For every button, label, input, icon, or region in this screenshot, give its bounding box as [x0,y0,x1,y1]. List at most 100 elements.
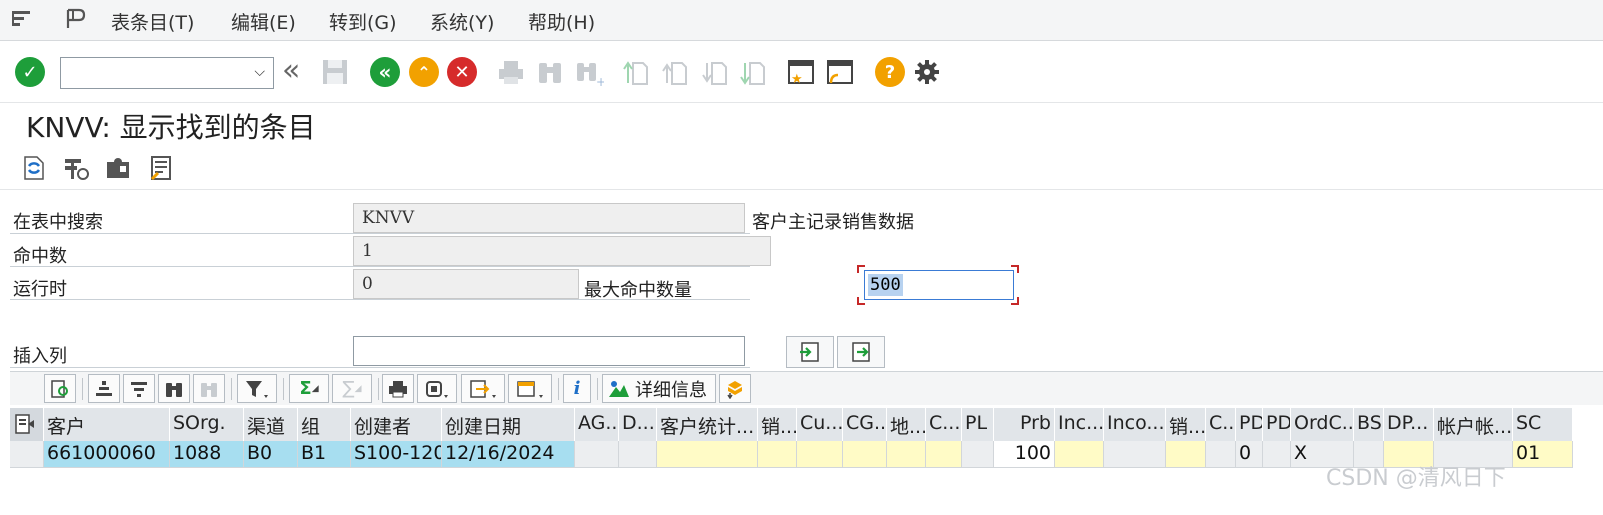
check-table-icon[interactable] [62,154,90,182]
column-header[interactable]: DP... [1384,408,1434,441]
column-header[interactable]: OrdC... [1291,408,1354,441]
create-session-icon[interactable]: ★ [786,57,816,87]
table-cell[interactable] [962,441,994,468]
table-cell[interactable] [1263,441,1291,468]
application-toolbar [0,148,1603,190]
column-header[interactable]: 客户 [44,408,170,441]
column-header[interactable]: PD [1263,408,1291,441]
column-header[interactable]: 销... [758,408,797,441]
focus-corner [1011,265,1019,273]
column-header[interactable]: C... [926,408,962,441]
table-cell[interactable]: 1088 [170,441,244,468]
exit-icon[interactable]: ⌃ [409,57,439,87]
table-cell[interactable] [758,441,797,468]
sum-icon[interactable]: Σ ◢ [289,374,329,403]
column-header[interactable]: 渠道 [244,408,298,441]
table-cell[interactable]: B1 [298,441,351,468]
column-header[interactable]: SC [1513,408,1573,441]
menu-icon[interactable] [10,8,34,34]
sort-ascending-icon[interactable] [88,374,120,403]
column-header[interactable]: Prb [994,408,1055,441]
menu-system[interactable]: 系统(Y) [430,8,494,35]
table-cell[interactable] [1104,441,1166,468]
table-cell[interactable]: 0 [1236,441,1263,468]
table-cell[interactable]: S100-120 [351,441,442,468]
insert-column-button[interactable] [786,336,834,368]
remove-column-button[interactable] [837,336,885,368]
filter-icon[interactable] [237,374,277,403]
info-icon[interactable]: i [563,374,591,403]
back-icon[interactable]: « [370,57,400,87]
table-cell[interactable] [1166,441,1206,468]
insert-column-label: 插入列 [13,346,67,367]
generate-shortcut-icon[interactable] [825,57,855,87]
column-header[interactable]: SOrg. [170,408,244,441]
enter-check-icon[interactable]: ✓ [15,57,45,87]
column-header[interactable]: Inco... [1104,408,1166,441]
table-cell[interactable] [926,441,962,468]
table-cell[interactable] [843,441,887,468]
cancel-icon[interactable]: ✕ [447,57,477,87]
views-icon[interactable] [417,374,457,403]
details-view-icon[interactable] [44,374,76,403]
column-header[interactable]: 创建日期 [442,408,575,441]
column-header[interactable]: BS [1354,408,1384,441]
insert-column-input[interactable] [353,336,745,366]
details-button[interactable]: 详细信息 [602,374,716,403]
layout-menu-icon[interactable] [64,8,88,34]
column-header[interactable]: AG... [575,408,619,441]
toolbar-separator [283,378,284,400]
find-next-icon: + [574,57,606,89]
column-header[interactable]: PL [962,408,994,441]
sap-icon[interactable] [719,374,751,403]
puzzle-icon[interactable] [104,154,132,182]
document-list-icon[interactable] [148,154,176,182]
hits-label: 命中数 [13,246,67,267]
table-cell[interactable]: 01 [1513,441,1573,468]
table-cell[interactable]: 100 [994,441,1055,468]
column-header[interactable]: 地... [887,408,926,441]
gear-icon[interactable] [912,57,942,87]
table-cell[interactable] [575,441,619,468]
column-header[interactable]: PD [1236,408,1263,441]
help-icon[interactable]: ? [875,57,905,87]
refresh-icon[interactable] [20,154,48,182]
layout-icon[interactable] [508,374,552,403]
table-cell[interactable] [657,441,758,468]
column-header[interactable]: 组 [298,408,351,441]
table-cell[interactable]: 661000060 [44,441,170,468]
table-cell[interactable] [619,441,657,468]
back-double-chevron-icon[interactable]: « [282,56,312,87]
sort-descending-icon[interactable] [123,374,155,403]
export-icon[interactable] [461,374,505,403]
column-header[interactable]: 创建者 [351,408,442,441]
table-cell[interactable] [887,441,926,468]
menu-edit[interactable]: 编辑(E) [231,8,296,35]
column-header[interactable]: CG... [843,408,887,441]
find-binoculars-icon[interactable] [158,374,190,403]
column-header[interactable]: Inc... [1055,408,1104,441]
menu-help[interactable]: 帮助(H) [528,8,595,35]
column-header[interactable]: C... [1206,408,1236,441]
command-field[interactable]: ⌵ [60,57,274,89]
runtime-row: 运行时 [10,269,1603,302]
column-header[interactable]: 客户统计... [657,408,758,441]
column-header[interactable]: 销... [1166,408,1206,441]
row-selector-header[interactable] [10,408,44,441]
column-header[interactable]: Cu... [797,408,843,441]
row-selector-cell[interactable] [10,441,44,468]
table-cell[interactable]: 12/16/2024 [442,441,575,468]
column-header[interactable]: D... [619,408,657,441]
table-cell[interactable]: B0 [244,441,298,468]
table-cell[interactable] [797,441,843,468]
menu-goto[interactable]: 转到(G) [329,8,397,35]
max-hits-input[interactable]: 500 [864,270,1014,300]
menu-table-entry[interactable]: 表条目(T) [111,8,194,35]
table-cell[interactable] [1055,441,1104,468]
table-cell[interactable] [1206,441,1236,468]
max-hits-value[interactable]: 500 [868,274,903,296]
select-all-icon[interactable] [13,412,37,436]
print-icon[interactable] [382,374,414,403]
chevron-down-icon[interactable]: ⌵ [254,64,265,80]
column-header[interactable]: 帐户帐... [1434,408,1513,441]
